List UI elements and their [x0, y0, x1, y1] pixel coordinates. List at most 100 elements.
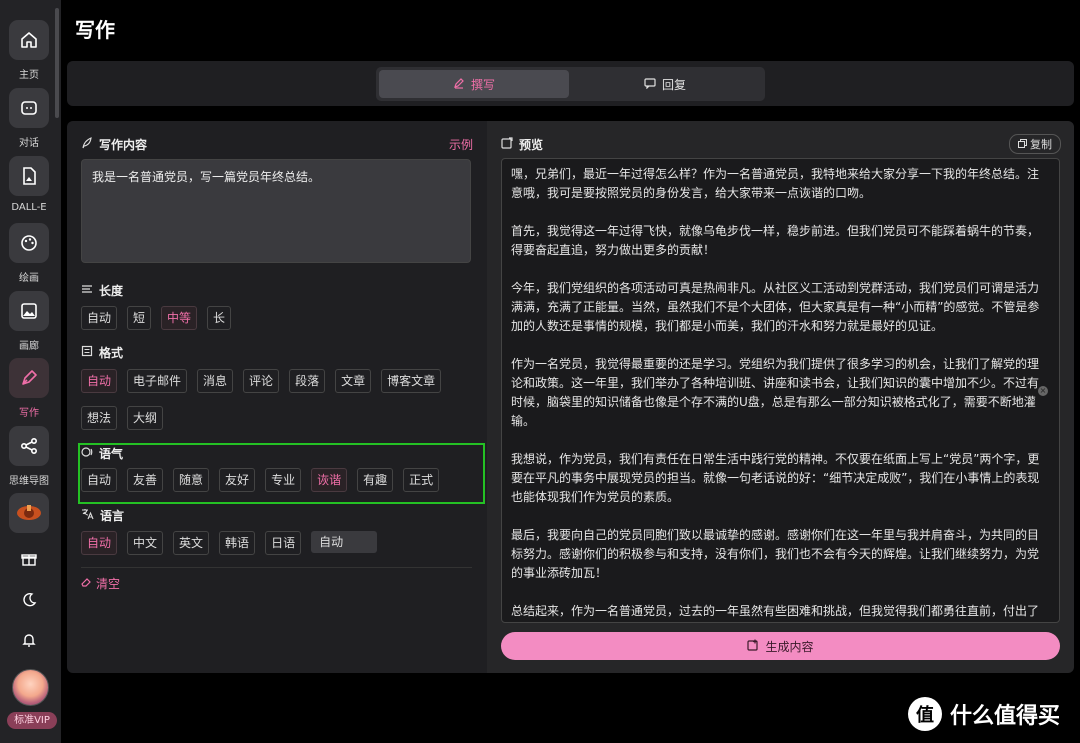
sidebar-item-plugin[interactable]: [0, 493, 58, 533]
tone-option-formal[interactable]: 正式: [403, 468, 440, 492]
language-option-english[interactable]: 英文: [173, 531, 210, 555]
format-options-row-2: 想法 大纲: [81, 406, 164, 430]
edit-icon: [453, 77, 465, 92]
tone-option-friendly[interactable]: 友好: [219, 468, 256, 492]
gallery-icon: [9, 291, 49, 331]
sidebar-item-label: 绘画: [19, 273, 39, 284]
clear-preview-icon[interactable]: ×: [1038, 386, 1048, 396]
feather-icon: [81, 137, 93, 152]
length-icon: [81, 283, 93, 298]
language-option-chinese[interactable]: 中文: [127, 531, 164, 555]
length-option-auto[interactable]: 自动: [81, 306, 118, 330]
language-section-header: 语言: [81, 507, 124, 524]
format-option-blog[interactable]: 博客文章: [381, 369, 442, 393]
length-option-long[interactable]: 长: [207, 306, 232, 330]
reply-icon: [644, 77, 656, 92]
clear-button[interactable]: 清空: [81, 575, 120, 592]
tab-compose[interactable]: 撰写: [379, 70, 569, 98]
preview-paragraph: 总结起来，作为一名普通党员，过去的一年虽然有些困难和挑战，但我觉得我们都勇往直前…: [511, 604, 1040, 618]
divider: [81, 567, 472, 568]
language-select[interactable]: 自动: [311, 531, 378, 553]
sidebar-item-label: 主页: [19, 70, 39, 81]
mindmap-icon: [9, 426, 49, 466]
sidebar-item-writing[interactable]: 写作: [0, 358, 58, 419]
plugin-icon: [9, 493, 49, 533]
tone-option-auto[interactable]: 自动: [81, 468, 118, 492]
length-title: 长度: [99, 284, 124, 298]
format-title: 格式: [99, 346, 124, 360]
sidebar-item-home[interactable]: 主页: [0, 20, 58, 81]
sidebar-item-label: 思维导图: [9, 476, 49, 487]
avatar[interactable]: [12, 669, 49, 706]
copy-label: 复制: [1030, 138, 1052, 151]
tone-option-kind[interactable]: 友善: [127, 468, 164, 492]
format-section-header: 格式: [81, 344, 123, 361]
format-option-message[interactable]: 消息: [197, 369, 234, 393]
vip-badge[interactable]: 标准VIP: [7, 712, 57, 729]
mode-tabs: 撰写 回复: [376, 67, 765, 101]
bell-icon[interactable]: [18, 629, 40, 651]
gift-icon[interactable]: [18, 548, 40, 570]
tone-option-professional[interactable]: 专业: [265, 468, 302, 492]
preview-header: 预览: [501, 136, 543, 153]
tone-option-fun[interactable]: 有趣: [357, 468, 394, 492]
preview-output[interactable]: 嘿，兄弟们，最近一年过得怎么样？作为一名普通党员，我特地来给大家分享一下我的年终…: [501, 158, 1060, 623]
image-generate-icon: [9, 156, 49, 196]
preview-title: 预览: [519, 138, 544, 152]
format-icon: [81, 345, 93, 360]
tab-reply[interactable]: 回复: [570, 70, 760, 98]
palette-icon: [9, 223, 49, 263]
preview-paragraph: 首先，我觉得这一年过得飞快，就像乌龟步伐一样，稳步前进。但我们党员可不能踩着蜗牛…: [511, 224, 1040, 257]
format-option-idea[interactable]: 想法: [81, 406, 118, 430]
format-option-outline[interactable]: 大纲: [127, 406, 164, 430]
tone-title: 语气: [99, 447, 124, 461]
sidebar-item-label: DALL-E: [11, 202, 47, 213]
tone-option-casual[interactable]: 随意: [173, 468, 210, 492]
language-options: 自动 中文 英文 韩语 日语 自动: [81, 531, 378, 555]
moon-icon[interactable]: [18, 589, 40, 611]
preview-paragraph: 我想说，作为党员，我们有责任在日常生活中践行党的精神。不仅要在纸面上写上“党员”…: [511, 452, 1040, 504]
home-icon: [9, 20, 49, 60]
translate-icon: [81, 508, 94, 523]
prompt-textarea[interactable]: 我是一名普通党员，写一篇党员年终总结。: [81, 159, 471, 263]
tab-label: 回复: [661, 77, 686, 92]
content-title: 写作内容: [99, 138, 148, 152]
chat-icon: [9, 88, 49, 128]
tone-option-humorous[interactable]: 诙谐: [311, 468, 348, 492]
watermark-text: 什么值得买: [950, 704, 1061, 729]
sidebar-item-chat[interactable]: 对话: [0, 88, 58, 149]
sidebar-item-drawing[interactable]: 绘画: [0, 223, 58, 284]
language-option-japanese[interactable]: 日语: [265, 531, 302, 555]
format-option-article[interactable]: 文章: [335, 369, 372, 393]
sidebar-item-gallery[interactable]: 画廊: [0, 291, 58, 352]
generate-icon: [747, 639, 759, 654]
length-option-short[interactable]: 短: [127, 306, 152, 330]
generate-button[interactable]: 生成内容: [501, 632, 1060, 660]
watermark-logo: 值: [908, 697, 942, 731]
sidebar: 主页 对话 DALL-E 绘画 画廊 写作 思维导图 标准VIP: [0, 0, 61, 743]
format-option-paragraph[interactable]: 段落: [289, 369, 326, 393]
copy-icon: [1018, 138, 1027, 151]
sidebar-item-mindmap[interactable]: 思维导图: [0, 426, 58, 487]
preview-paragraph: 作为一名党员，我觉得最重要的还是学习。党组织为我们提供了很多学习的机会，让我们了…: [511, 357, 1040, 428]
preview-paragraph: 嘿，兄弟们，最近一年过得怎么样？作为一名普通党员，我特地来给大家分享一下我的年终…: [511, 167, 1040, 200]
pen-icon: [9, 358, 49, 398]
sidebar-item-label: 写作: [19, 408, 39, 419]
length-options: 自动 短 中等 长: [81, 306, 232, 330]
format-options-row-1: 自动 电子邮件 消息 评论 段落 文章 博客文章: [81, 369, 442, 393]
tone-options: 自动 友善 随意 友好 专业 诙谐 有趣 正式: [81, 468, 440, 492]
format-option-email[interactable]: 电子邮件: [127, 369, 188, 393]
example-link[interactable]: 示例: [449, 136, 473, 153]
sidebar-item-dalle[interactable]: DALL-E: [0, 156, 58, 213]
language-option-auto[interactable]: 自动: [81, 531, 118, 555]
tab-label: 撰写: [470, 77, 495, 92]
format-option-auto[interactable]: 自动: [81, 369, 118, 393]
copy-button[interactable]: 复制: [1009, 134, 1061, 154]
length-section-header: 长度: [81, 282, 123, 299]
preview-icon: [501, 137, 513, 152]
tone-section-header: 语气: [81, 445, 123, 462]
length-option-medium[interactable]: 中等: [161, 306, 198, 330]
sidebar-item-label: 对话: [19, 138, 39, 149]
language-option-korean[interactable]: 韩语: [219, 531, 256, 555]
format-option-comment[interactable]: 评论: [243, 369, 280, 393]
